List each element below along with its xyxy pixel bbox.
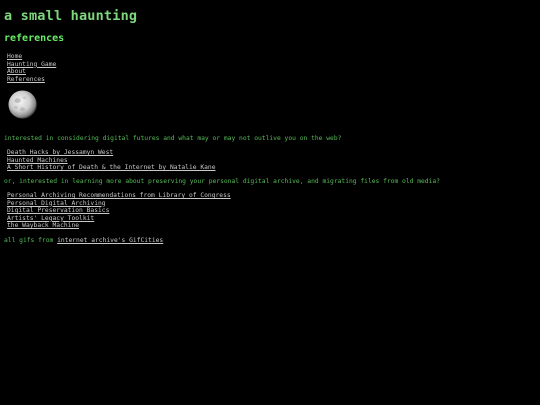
list-item: Artists' Legacy Toolkit — [7, 215, 231, 223]
gif-credits-prefix: all gifs from — [4, 237, 58, 244]
link-wayback-machine[interactable]: the Wayback Machine — [7, 222, 79, 229]
link-gifcities[interactable]: internet archive's GifCities — [57, 237, 163, 244]
link-artists-legacy-toolkit[interactable]: Artists' Legacy Toolkit — [7, 215, 94, 222]
nav-link-haunting-game[interactable]: Haunting Game — [7, 61, 56, 68]
digital-archive-links: Personal Archiving Recommendations from … — [7, 192, 231, 230]
gif-credits: all gifs from internet archive's GifCiti… — [4, 237, 163, 244]
moon-icon — [8, 90, 38, 119]
link-haunted-machines[interactable]: Haunted Machines — [7, 157, 68, 164]
nav-link-home[interactable]: Home — [7, 53, 22, 60]
link-digital-preservation-basics[interactable]: Digital Preservation Basics — [7, 207, 109, 214]
intro-digital-archive: or, interested in learning more about pr… — [4, 178, 440, 185]
link-personal-digital-archiving[interactable]: Personal Digital Archiving — [7, 200, 106, 207]
list-item: Haunted Machines — [7, 157, 216, 165]
link-short-history-death-internet[interactable]: A Short History of Death & the Internet … — [7, 164, 216, 171]
list-item: the Wayback Machine — [7, 222, 231, 230]
list-item: Digital Preservation Basics — [7, 207, 231, 215]
link-personal-archiving-loc[interactable]: Personal Archiving Recommendations from … — [7, 192, 231, 199]
nav-link-references[interactable]: References — [7, 76, 45, 83]
main-nav: Home Haunting Game About References — [7, 53, 56, 83]
nav-item-haunting-game: Haunting Game — [7, 61, 56, 69]
list-item: Death Hacks by Jessamyn West — [7, 149, 216, 157]
list-item: Personal Digital Archiving — [7, 200, 231, 208]
nav-link-about[interactable]: About — [7, 68, 26, 75]
page-title: references — [4, 33, 65, 44]
digital-futures-links: Death Hacks by Jessamyn West Haunted Mac… — [7, 149, 216, 172]
list-item: A Short History of Death & the Internet … — [7, 164, 216, 172]
intro-digital-futures: interested in considering digital future… — [4, 135, 342, 142]
nav-item-about: About — [7, 68, 56, 76]
link-death-hacks[interactable]: Death Hacks by Jessamyn West — [7, 149, 113, 156]
site-title: a small haunting — [4, 8, 138, 24]
nav-item-home: Home — [7, 53, 56, 61]
list-item: Personal Archiving Recommendations from … — [7, 192, 231, 200]
nav-item-references: References — [7, 76, 56, 84]
